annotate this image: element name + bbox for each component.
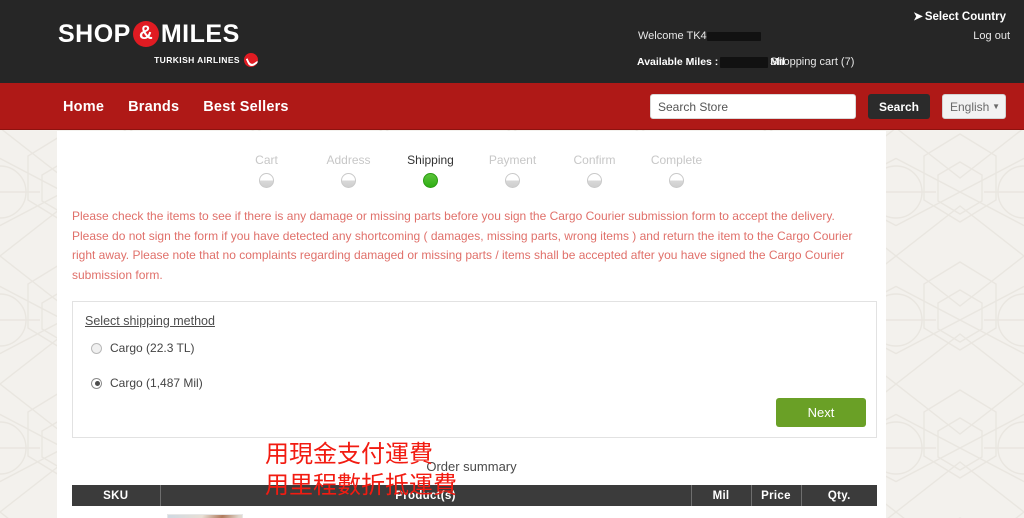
shipping-option-cash-label: Cargo (22.3 TL) xyxy=(110,341,195,355)
step-confirm-dot-icon xyxy=(587,173,602,188)
logo-text-shop: SHOP xyxy=(58,19,131,48)
step-shipping-label: Shipping xyxy=(407,153,454,167)
turkish-airlines-bird-icon xyxy=(244,53,258,67)
step-confirm[interactable]: Confirm xyxy=(554,153,636,188)
step-payment-dot-icon xyxy=(505,173,520,188)
delivery-warning-text: Please check the items to see if there i… xyxy=(72,209,853,282)
main-navigation: Home Brands Best Sellers Search English … xyxy=(0,83,1024,130)
search-button[interactable]: Search xyxy=(867,94,930,119)
chevron-down-icon: ▼ xyxy=(992,102,1000,111)
header-links: ➤ Select Country Welcome TK4 Log out Avai… xyxy=(604,0,1024,83)
step-complete-label: Complete xyxy=(650,153,703,167)
annotation-line-2: 用里程數折抵運費 xyxy=(265,471,457,499)
nav-item-best-sellers[interactable]: Best Sellers xyxy=(203,99,288,115)
shipping-option-cash[interactable]: Cargo (22.3 TL) xyxy=(91,341,195,355)
column-header-mil: Mil xyxy=(691,485,752,506)
available-miles: Available Miles : Mil xyxy=(637,56,785,68)
logo-subtitle: TURKISH AIRLINES xyxy=(154,55,240,65)
table-header-row: SKU Product(s) Mil Price Qty. xyxy=(72,485,877,506)
step-confirm-label: Confirm xyxy=(573,153,616,167)
cell-price xyxy=(751,506,801,518)
cell-product xyxy=(160,506,691,518)
order-summary-table: SKU Product(s) Mil Price Qty. xyxy=(72,485,877,518)
step-complete-dot-icon xyxy=(669,173,684,188)
next-button[interactable]: Next xyxy=(776,398,866,427)
redacted-miles-value xyxy=(720,56,769,68)
cell-sku xyxy=(72,506,160,518)
select-country-label: Select Country xyxy=(924,11,1006,23)
shipping-option-miles-label: Cargo (1,487 Mil) xyxy=(110,376,203,390)
redacted-account-number xyxy=(706,31,761,41)
column-header-sku: SKU xyxy=(72,485,161,506)
available-miles-label: Available Miles : xyxy=(637,56,719,68)
step-address-label: Address xyxy=(326,153,371,167)
arrow-right-icon: ➤ xyxy=(913,11,923,23)
logout-link[interactable]: Log out xyxy=(973,30,1010,42)
site-logo[interactable]: SHOP & MILES TURKISH AIRLINES xyxy=(58,19,258,67)
radio-icon-cash[interactable] xyxy=(91,342,102,354)
step-shipping[interactable]: Shipping xyxy=(390,153,472,188)
step-address[interactable]: Address xyxy=(308,153,390,188)
search-input[interactable] xyxy=(649,94,856,119)
checkout-steps: Cart Address Shipping Payment Confirm Co… xyxy=(57,131,886,188)
language-selector[interactable]: English ▼ xyxy=(942,94,1006,119)
annotation-overlay: 用現金支付運費 用里程數折抵運費 xyxy=(265,439,457,501)
step-cart-label: Cart xyxy=(255,153,278,167)
shopping-cart-link[interactable]: Shopping cart (7) xyxy=(770,56,854,68)
shipping-method-box: Select shipping method Cargo (22.3 TL) C… xyxy=(72,301,877,438)
column-header-price: Price xyxy=(751,485,802,506)
nav-search-area: Search English ▼ xyxy=(649,83,1024,130)
column-header-qty: Qty. xyxy=(801,485,877,506)
step-address-dot-icon xyxy=(341,173,356,188)
cell-mil xyxy=(691,506,751,518)
welcome-message: Welcome TK4 xyxy=(638,30,761,42)
step-shipping-dot-icon xyxy=(423,173,438,188)
step-payment[interactable]: Payment xyxy=(472,153,554,188)
cell-qty xyxy=(801,506,877,518)
order-summary-title: Order summary xyxy=(426,459,517,474)
nav-items: Home Brands Best Sellers xyxy=(63,83,289,130)
radio-icon-miles[interactable] xyxy=(91,377,102,389)
checkout-content-panel: Cart Address Shipping Payment Confirm Co… xyxy=(57,131,886,518)
shipping-method-title: Select shipping method xyxy=(85,314,215,328)
select-country-link[interactable]: ➤ Select Country xyxy=(913,9,1006,23)
nav-item-home[interactable]: Home xyxy=(63,99,104,115)
annotation-line-1: 用現金支付運費 xyxy=(265,440,433,468)
top-header: SHOP & MILES TURKISH AIRLINES ➤ Select Co… xyxy=(0,0,1024,83)
shipping-option-miles[interactable]: Cargo (1,487 Mil) xyxy=(91,376,203,390)
step-cart-dot-icon xyxy=(259,173,274,188)
step-complete[interactable]: Complete xyxy=(636,153,718,188)
welcome-text: Welcome TK4 xyxy=(638,30,707,42)
step-cart[interactable]: Cart xyxy=(226,153,308,188)
table-row xyxy=(72,506,877,518)
language-selected-label: English xyxy=(950,99,990,114)
logo-ampersand-icon: & xyxy=(132,21,159,47)
nav-item-brands[interactable]: Brands xyxy=(128,99,179,115)
logo-text-miles: MILES xyxy=(160,19,240,48)
product-thumbnail[interactable] xyxy=(167,514,243,518)
step-payment-label: Payment xyxy=(488,153,537,167)
